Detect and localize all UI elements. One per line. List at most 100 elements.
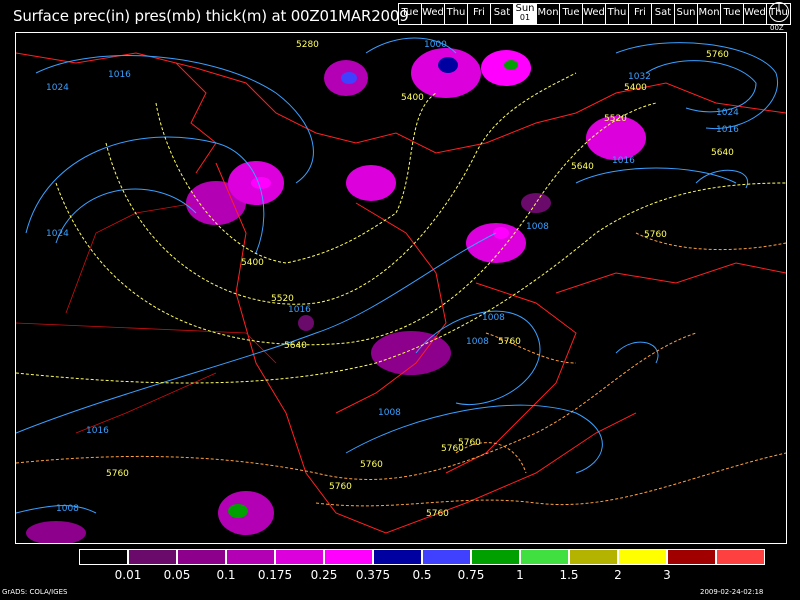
isobar-label: 1024 — [46, 229, 69, 239]
day-tab-11[interactable]: Sat — [652, 4, 675, 24]
thickness-label: 5760 — [426, 509, 449, 519]
legend-swatch — [79, 549, 128, 565]
day-tab-label: Fri — [634, 7, 646, 18]
legend-label: 0.5 — [412, 568, 432, 582]
day-tab-label: Sun — [676, 7, 696, 18]
isobar-label: 1008 — [466, 337, 489, 347]
precip-legend — [79, 549, 765, 565]
isobar-label: 1008 — [482, 313, 505, 323]
day-tab-label: Wed — [422, 7, 444, 18]
isobar-label: 1008 — [378, 408, 401, 418]
legend-swatch — [128, 549, 177, 565]
isobar-label: 1016 — [108, 70, 131, 80]
day-tab-label: Thu — [446, 7, 466, 18]
day-tab-12[interactable]: Sun — [675, 4, 698, 24]
isobar-label: 1024 — [716, 108, 739, 118]
legend-swatch — [520, 549, 569, 565]
isobar-label: 1016 — [288, 305, 311, 315]
footer-source: GrADS: COLA/IGES — [2, 588, 68, 596]
thickness-label: 5400 — [624, 83, 647, 93]
isobar-label: 1016 — [86, 426, 109, 436]
day-tab-date: 01 — [519, 13, 531, 22]
day-tab-0[interactable]: Tue — [399, 4, 422, 24]
thickness-label: 5760 — [106, 469, 129, 479]
day-tab-10[interactable]: Fri — [629, 4, 652, 24]
day-tab-label: Mon — [698, 7, 720, 18]
thickness-label: 5400 — [241, 258, 264, 268]
thickness-label: 5760 — [329, 482, 352, 492]
day-tab-label: Tue — [562, 7, 580, 18]
day-tab-3[interactable]: Fri — [468, 4, 491, 24]
day-tab-5[interactable]: Sun 01 — [514, 4, 537, 24]
legend-swatch — [422, 549, 471, 565]
contour-labels: 1024 1016 1000 1032 1024 1016 1016 1024 1008 1016… — [46, 40, 739, 519]
isobar-label: 1016 — [612, 156, 635, 166]
isobar-label: 1016 — [716, 125, 739, 135]
thickness-label: 5640 — [284, 341, 307, 351]
day-tab-6[interactable]: Mon — [537, 4, 560, 24]
legend-label: 0.01 — [114, 568, 142, 582]
day-tab-1[interactable]: Wed — [422, 4, 445, 24]
map-canvas: 1024 1016 1000 1032 1024 1016 1016 1024 1008 1016… — [16, 37, 786, 543]
day-selector[interactable]: Tue Wed Thu Fri Sat Sun 01 Mon Tue Wed Thu Fri Sat Su… — [398, 3, 791, 25]
day-tab-7[interactable]: Tue — [560, 4, 583, 24]
legend-label: 0.175 — [257, 568, 293, 582]
legend-swatch — [569, 549, 618, 565]
legend-swatch — [275, 549, 324, 565]
thickness-label: 5520 — [604, 114, 627, 124]
day-tab-2[interactable]: Thu — [445, 4, 468, 24]
legend-swatch — [373, 549, 422, 565]
thickness-label: 5640 — [711, 148, 734, 158]
thickness-label: 5760 — [458, 438, 481, 448]
thickness-label: 5760 — [498, 337, 521, 347]
isobar-label: 1008 — [526, 222, 549, 232]
clock-icon — [769, 2, 789, 22]
thickness-label: 5760 — [706, 50, 729, 60]
thickness-label: 5640 — [571, 162, 594, 172]
legend-label: 0.375 — [355, 568, 391, 582]
day-tab-label: Thu — [607, 7, 627, 18]
legend-label: 0.1 — [216, 568, 236, 582]
day-tab-label: Tue — [723, 7, 741, 18]
thickness-label: 5280 — [296, 40, 319, 50]
thickness-label: 5760 — [360, 460, 383, 470]
day-tab-4[interactable]: Sat — [491, 4, 514, 24]
legend-label: 2 — [614, 568, 622, 582]
day-tab-label: Tue — [401, 7, 419, 18]
legend-label: 0.05 — [163, 568, 191, 582]
day-tab-13[interactable]: Mon — [698, 4, 721, 24]
precip-legend-labels: 0.01 0.05 0.1 0.175 0.25 0.375 0.5 0.75 1 1.5 2 3 — [0, 568, 800, 582]
footer-timestamp: 2009-02-24-02:18 — [700, 588, 764, 596]
legend-swatch — [177, 549, 226, 565]
weather-map: 1024 1016 1000 1032 1024 1016 1016 1024 1008 1016… — [15, 32, 787, 544]
day-tab-9[interactable]: Thu — [606, 4, 629, 24]
day-tab-label: Fri — [473, 7, 485, 18]
isobar-label: 1008 — [56, 504, 79, 514]
legend-swatch — [471, 549, 520, 565]
day-tab-15[interactable]: Wed — [744, 4, 767, 24]
legend-swatch — [667, 549, 716, 565]
legend-label: 1 — [516, 568, 524, 582]
day-tab-14[interactable]: Tue — [721, 4, 744, 24]
legend-swatch — [324, 549, 373, 565]
legend-swatch — [618, 549, 667, 565]
thickness-label: 5400 — [401, 93, 424, 103]
day-tab-label: Wed — [744, 7, 766, 18]
day-tab-label: Mon — [537, 7, 559, 18]
day-tab-8[interactable]: Wed — [583, 4, 606, 24]
legend-label: 0.25 — [310, 568, 338, 582]
clock-label: 00Z — [770, 24, 784, 32]
legend-label: 1.5 — [559, 568, 579, 582]
legend-label: 3 — [663, 568, 671, 582]
legend-label: 0.75 — [457, 568, 485, 582]
legend-swatch — [716, 549, 765, 565]
day-tab-label: Sat — [493, 7, 511, 18]
thickness-label: 5520 — [271, 294, 294, 304]
isobar-label: 1032 — [628, 72, 651, 82]
pressure-isobars — [16, 37, 778, 514]
isobar-label: 1024 — [46, 83, 69, 93]
thickness-label: 5760 — [644, 230, 667, 240]
legend-swatch — [226, 549, 275, 565]
day-tab-label: Sat — [654, 7, 672, 18]
coastlines — [16, 52, 786, 534]
